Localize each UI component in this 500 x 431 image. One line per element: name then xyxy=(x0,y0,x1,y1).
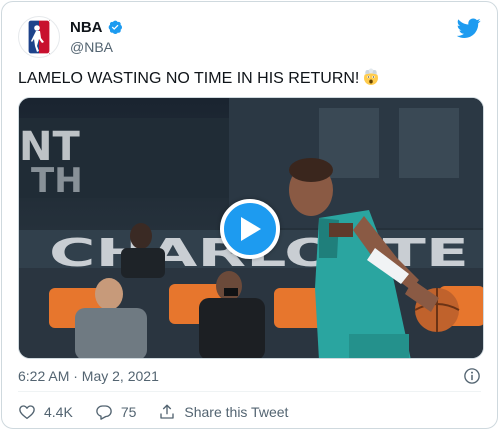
heart-icon xyxy=(19,405,35,420)
reply-count: 75 xyxy=(120,404,137,420)
svg-text:TH: TH xyxy=(31,161,83,201)
divider xyxy=(18,391,481,392)
video-player[interactable]: NT TH CHARLOTTE xyxy=(18,97,484,359)
like-button[interactable]: 4.4K xyxy=(18,403,73,421)
author-handle[interactable]: @NBA xyxy=(70,39,123,55)
astonished-exploding-face-emoji xyxy=(364,68,379,85)
share-icon xyxy=(160,404,175,419)
tweet-timestamp[interactable]: 6:22 AM · May 2, 2021 xyxy=(18,368,159,384)
info-icon[interactable] xyxy=(463,367,481,385)
share-button[interactable]: Share this Tweet xyxy=(158,403,288,421)
twitter-bird-icon[interactable] xyxy=(457,16,481,40)
verified-badge-icon xyxy=(108,20,122,34)
tweet-actions: 4.4K 75 Share this Tweet xyxy=(18,400,288,424)
tweet-header: NBA @NBA xyxy=(18,16,481,58)
author-names: NBA @NBA xyxy=(70,18,123,55)
tweet-card: NBA @NBA LAMELO WASTING NO TIME IN HIS R… xyxy=(1,1,498,429)
reply-bubble-icon xyxy=(96,405,112,420)
play-button[interactable] xyxy=(220,199,280,259)
play-icon xyxy=(241,217,261,241)
reply-button[interactable]: 75 xyxy=(95,403,137,421)
share-label: Share this Tweet xyxy=(184,404,289,420)
tweet-text: LAMELO WASTING NO TIME IN HIS RETURN! xyxy=(18,68,481,90)
display-name[interactable]: NBA xyxy=(70,19,103,36)
like-count: 4.4K xyxy=(44,404,73,420)
timestamp-row: 6:22 AM · May 2, 2021 xyxy=(18,365,481,387)
nba-logo-icon xyxy=(28,20,50,54)
avatar[interactable] xyxy=(18,16,60,58)
tweet-text-content: LAMELO WASTING NO TIME IN HIS RETURN! xyxy=(18,70,360,87)
